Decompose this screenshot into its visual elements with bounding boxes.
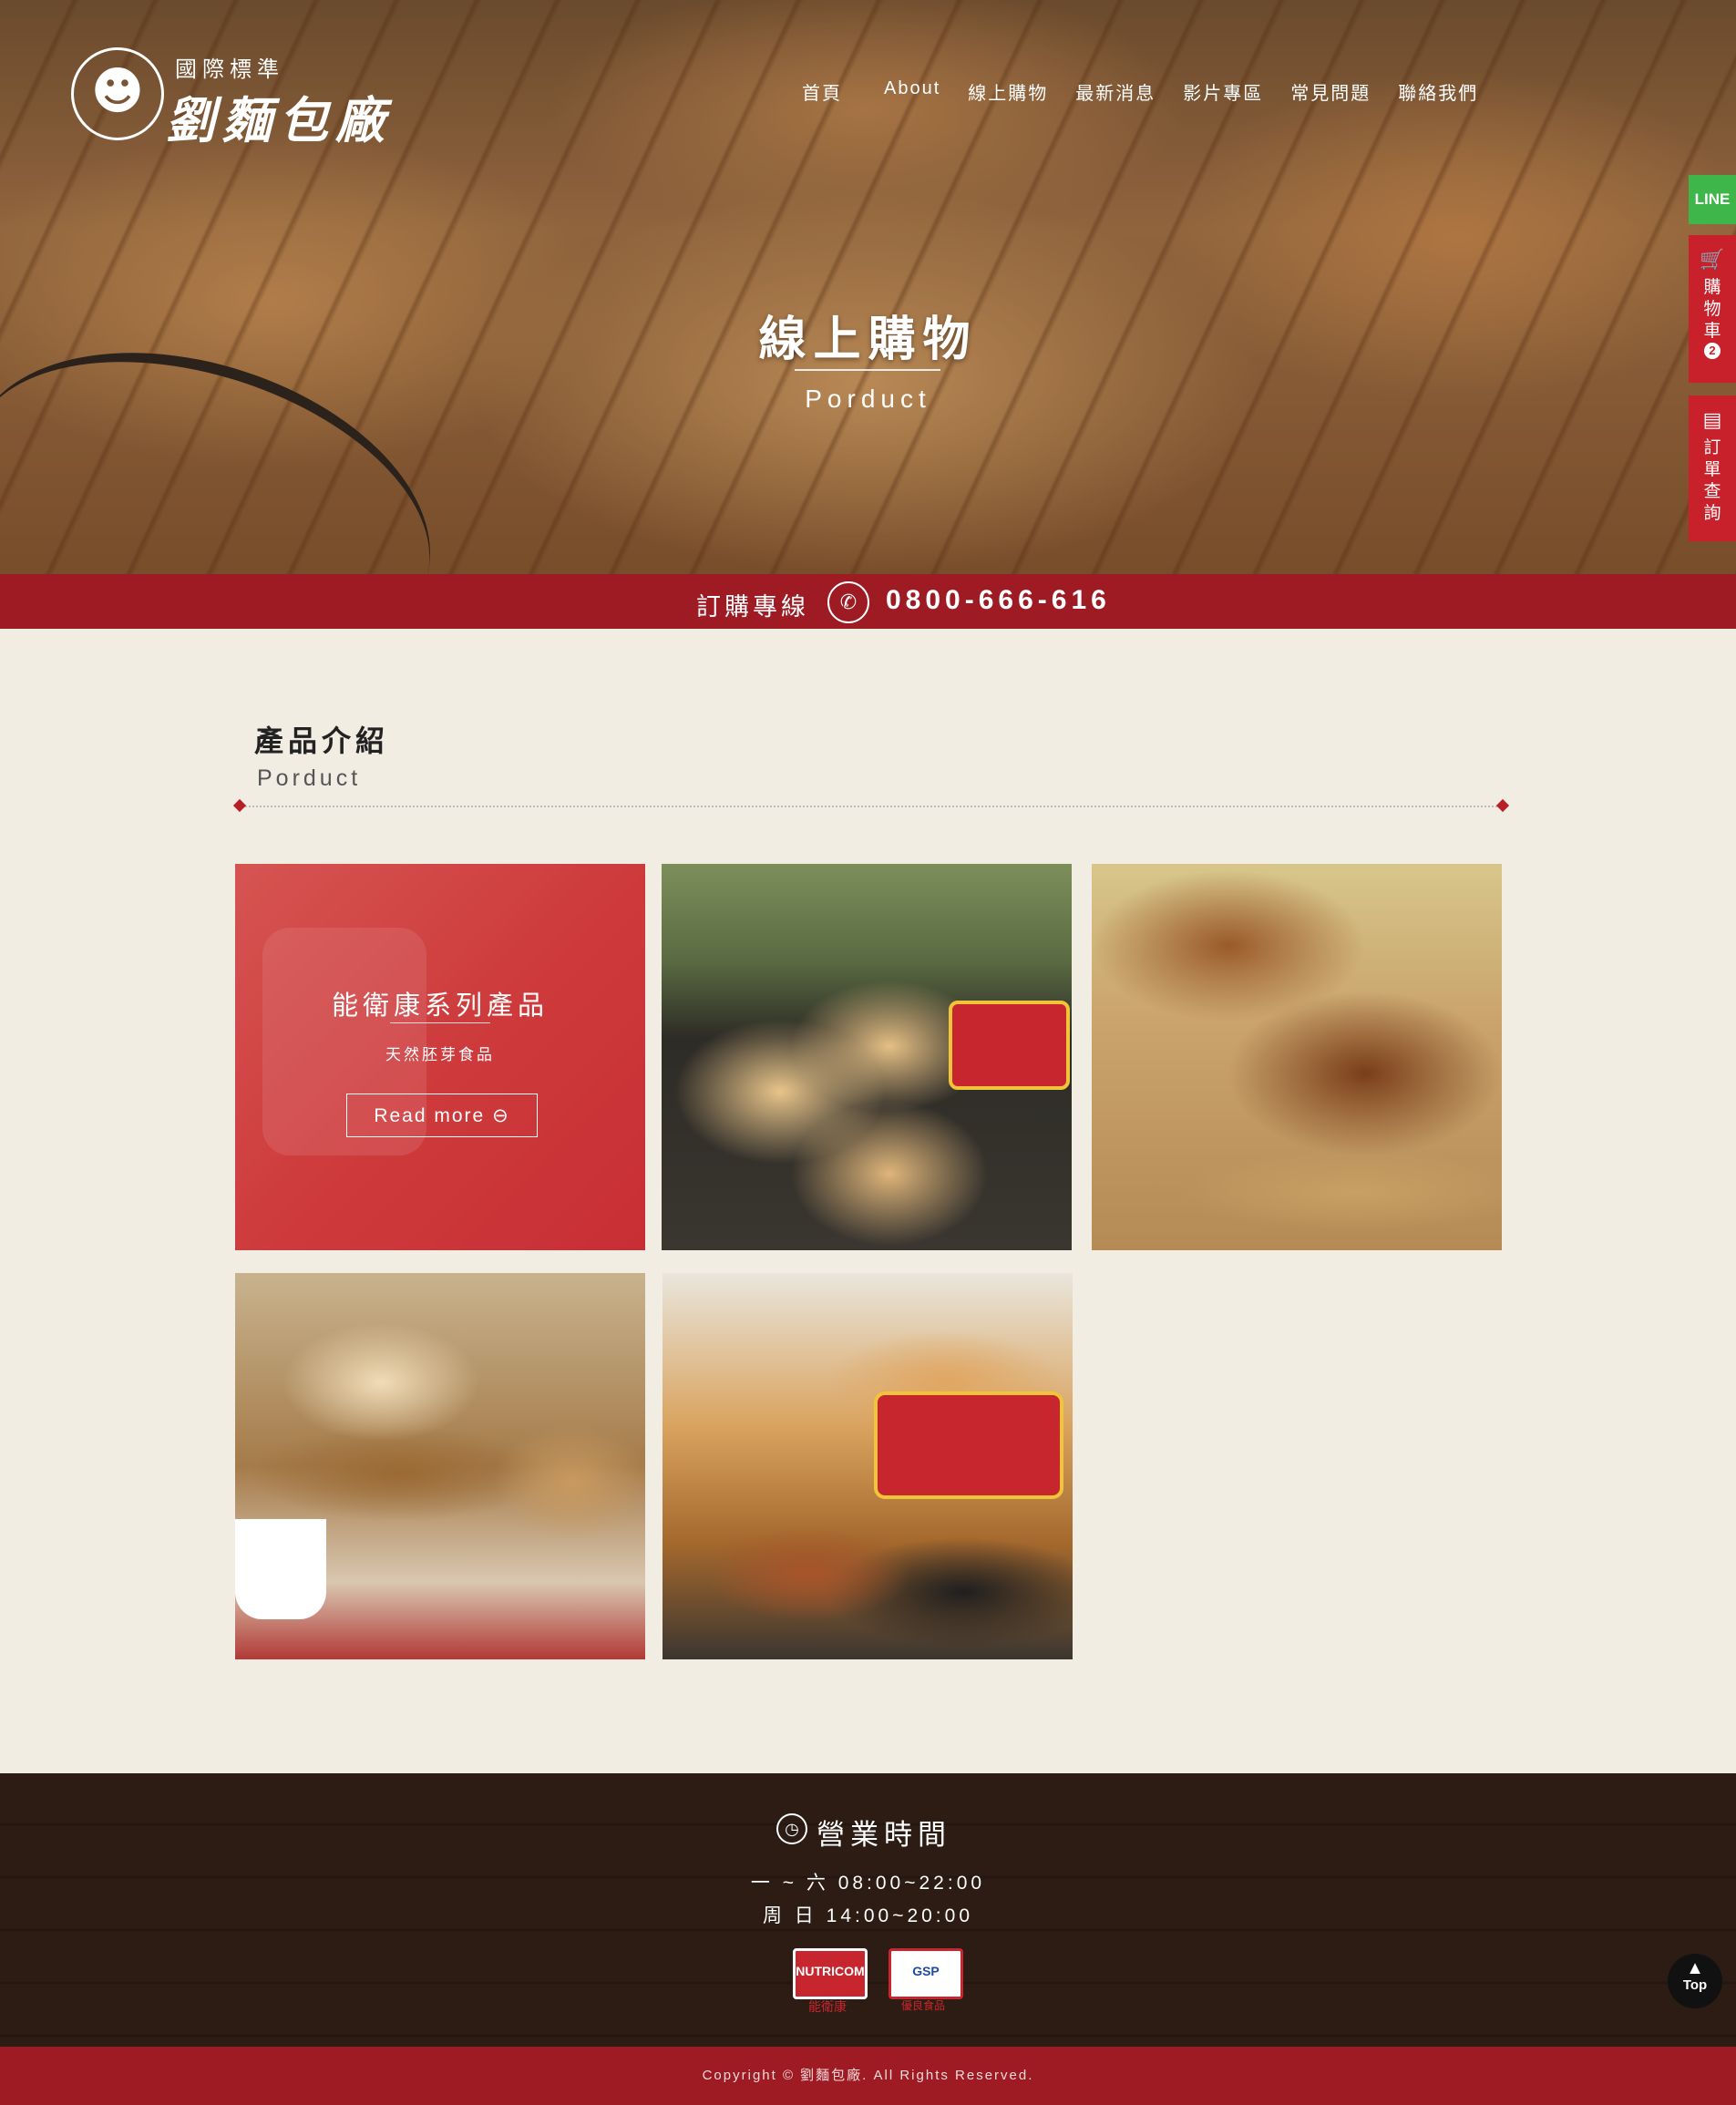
nav-about[interactable]: About: [884, 78, 940, 105]
arrow-up-icon: ▲: [1686, 1958, 1704, 1978]
main-nav: 首頁 About 線上購物 最新消息 影片專區 常見問題 聯絡我們: [802, 78, 1505, 105]
footer: ◷ 營業時間 一 ~ 六 08:00~22:00 周 日 14:00~20:00…: [0, 1773, 1736, 2047]
copyright-bar: Copyright © 劉麵包廠. All Rights Reserved.: [0, 2047, 1736, 2105]
product-subtitle: 天然胚芽食品: [385, 1046, 495, 1063]
hero-banner: ☻ 國際標準 劉麵包廠 首頁 About 線上購物 最新消息 影片專區 常見問題…: [0, 0, 1736, 574]
read-more-button[interactable]: Read more ⊖: [346, 1094, 538, 1137]
logo-brand: 劉麵包廠: [166, 91, 392, 149]
hero-divider: [795, 369, 940, 371]
document-icon: ▤: [1702, 408, 1722, 431]
nav-contact[interactable]: 聯絡我們: [1398, 78, 1478, 105]
gsp-logo: GSP: [889, 1948, 963, 1999]
cart-button[interactable]: 🛒 購物車 2: [1689, 235, 1736, 383]
section-subtitle: Porduct: [257, 765, 362, 791]
product-card-walnut-cake[interactable]: [1092, 864, 1502, 1250]
clock-icon: ◷: [776, 1813, 807, 1844]
logo-tagline: 國際標準: [175, 57, 284, 82]
product-card-crackers[interactable]: [662, 864, 1072, 1250]
order-hotline-bar: 訂購專線 ✆ 0800-666-616: [0, 574, 1736, 629]
order-query-button[interactable]: ▤ 訂單查詢: [1689, 395, 1736, 541]
arrow-circle-right-icon: ⊖: [492, 1105, 510, 1126]
hours-weekday: 一 ~ 六 08:00~22:00: [750, 1873, 986, 1894]
hotline-number[interactable]: 0800-666-616: [886, 585, 1111, 616]
nav-news[interactable]: 最新消息: [1075, 78, 1156, 105]
nav-shop[interactable]: 線上購物: [968, 78, 1048, 105]
order-query-label: 訂單查詢: [1703, 438, 1721, 523]
divider-dot-right: [1495, 798, 1510, 813]
back-to-top-label: Top: [1682, 1977, 1708, 1993]
nav-home[interactable]: 首頁: [802, 78, 842, 105]
section-title: 產品介紹: [254, 724, 390, 757]
nav-video[interactable]: 影片專區: [1183, 78, 1263, 105]
back-to-top-button[interactable]: ▲ Top: [1668, 1954, 1722, 2008]
hero-title: 線上購物: [758, 312, 978, 367]
product-card-red-bean[interactable]: [663, 1273, 1073, 1659]
business-hours-title: 營業時間: [817, 1819, 951, 1851]
nutricom-logo: NUTRICOM: [793, 1948, 868, 1999]
product-card-toast[interactable]: [235, 1273, 645, 1659]
product-card-nutricom[interactable]: 能衛康系列產品 天然胚芽食品 Read more ⊖: [235, 864, 645, 1250]
site-logo[interactable]: ☻ 國際標準 劉麵包廠: [71, 47, 436, 149]
hours-sunday: 周 日 14:00~20:00: [762, 1905, 974, 1926]
product-package-label: [949, 1001, 1070, 1090]
hero-subtitle: Porduct: [805, 385, 931, 413]
product-title-divider: [390, 1022, 490, 1023]
line-button[interactable]: LINE: [1689, 175, 1736, 224]
coffee-cup: [235, 1519, 326, 1619]
gsp-caption: 優良食品: [900, 1999, 945, 2012]
section-divider: [239, 806, 1504, 807]
cart-count-badge: 2: [1704, 343, 1721, 359]
product-title: 能衛康系列產品: [331, 991, 549, 1021]
read-more-label: Read more: [374, 1105, 486, 1126]
product-package-label: [874, 1391, 1063, 1499]
nutricom-caption: 能衛康: [808, 1999, 847, 2014]
cart-icon: 🛒: [1700, 248, 1725, 271]
nav-faq[interactable]: 常見問題: [1290, 78, 1371, 105]
hotline-label: 訂購專線: [696, 593, 809, 621]
divider-dot-left: [232, 798, 247, 813]
lion-icon: ☻: [71, 47, 164, 140]
cart-label: 購物車: [1703, 278, 1721, 341]
phone-icon: ✆: [827, 581, 869, 623]
